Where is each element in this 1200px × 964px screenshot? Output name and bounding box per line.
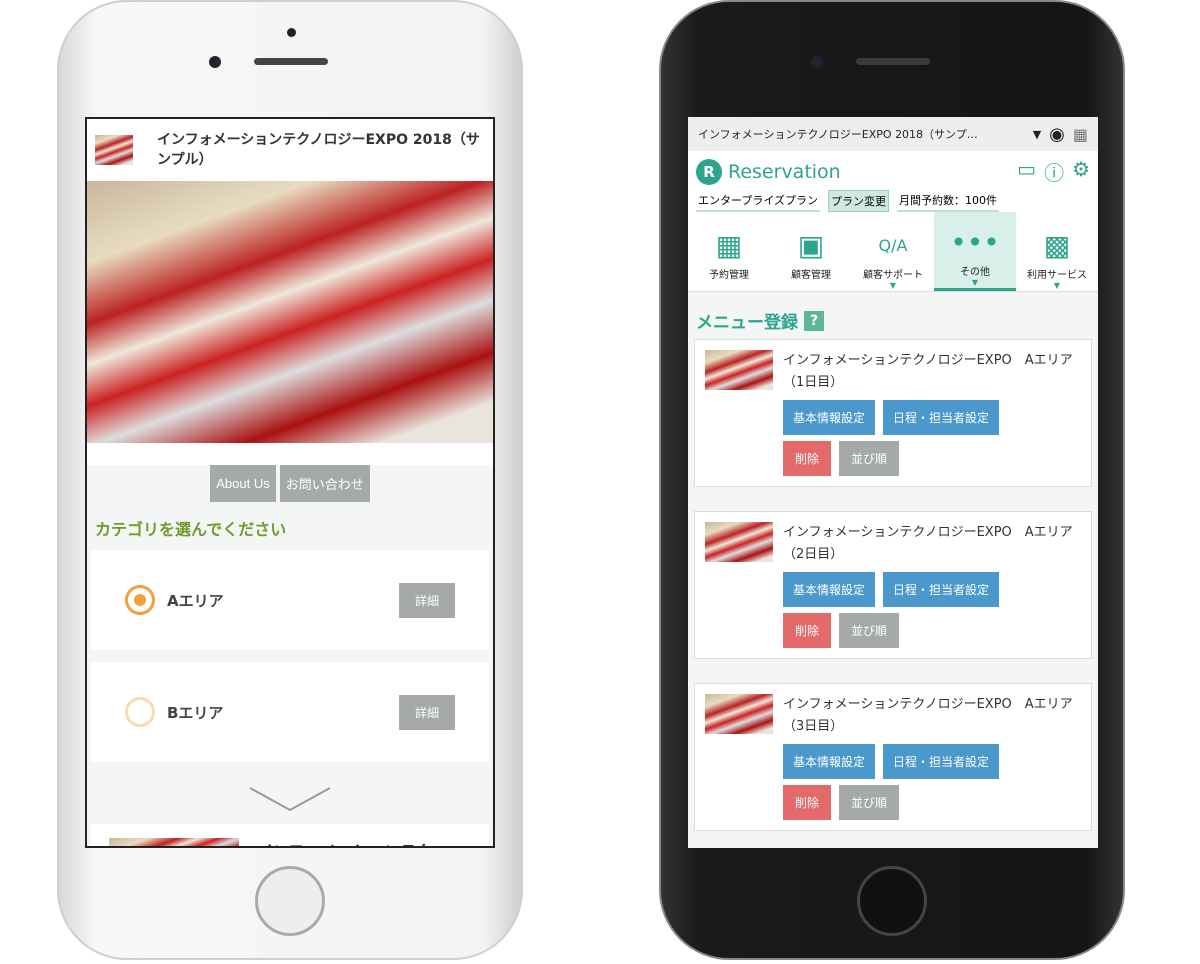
basic-info-button[interactable]: 基本情報設定 (783, 572, 876, 607)
sensor (287, 28, 296, 37)
logo-icon: R (696, 158, 722, 185)
white-phone: インフォメーションテクノロジーEXPO 2018（サンプル） About Us … (57, 0, 523, 960)
help-icon[interactable]: ⓘ (1044, 157, 1064, 186)
radio-selected[interactable] (125, 585, 155, 615)
event-title: インフォメーションテクノロジーEXPO 2018（サンプル） (157, 132, 480, 168)
speaker (254, 58, 328, 65)
app-name: Reservation (728, 160, 841, 183)
menu-title: インフォメーションテクノロジーEXPO Aエリア （2日目） (783, 525, 1098, 562)
order-button[interactable]: 並び順 (839, 785, 900, 820)
event-thumbnail (95, 135, 133, 165)
about-us-button[interactable]: About Us (210, 465, 276, 502)
apps-grid-icon[interactable]: ▦ (1073, 125, 1088, 144)
help-badge[interactable]: ? (804, 310, 824, 331)
basic-info-button[interactable]: 基本情報設定 (783, 400, 876, 435)
front-camera (209, 56, 221, 68)
chevron-down-icon[interactable] (87, 774, 493, 824)
item-thumbnail (109, 838, 239, 846)
top-bar: インフォメーションテクノロジーEXPO 2018（サンプ… ▼ ◉ ▦ (688, 117, 1098, 151)
category-heading: カテゴリを選んでください (95, 520, 287, 539)
brand-area: R Reservation ▭ ⓘ ⚙ エンタープライズプラン プラン変更 月間予約… (688, 151, 1098, 212)
speaker (856, 58, 930, 65)
category-label: Bエリア (167, 703, 224, 722)
menu-title: インフォメーションテクノロジーEXPO Aエリア （3日目） (783, 697, 1098, 734)
menu-card: インフォメーションテクノロジーEXPO Aエリア （3日目） 基本情報設定 日程・… (694, 683, 1098, 831)
order-button[interactable]: 並び順 (839, 441, 900, 476)
calendar-icon: ▦ (715, 229, 743, 262)
nav-customers[interactable]: ▣ 顧客管理 (770, 212, 852, 291)
menu-thumbnail (705, 694, 773, 734)
detail-button[interactable]: 詳細 (398, 582, 455, 618)
delete-button[interactable]: 削除 (783, 785, 832, 820)
menu-list: インフォメーションテクノロジーEXPO Aエリア （1日目） 基本情報設定 日程・… (688, 339, 1098, 831)
plan-name: エンタープライズプラン (696, 190, 821, 212)
more-icon: ••• (950, 226, 1000, 259)
basic-info-button[interactable]: 基本情報設定 (783, 744, 876, 779)
menu-thumbnail (705, 522, 773, 562)
category-a[interactable]: Aエリア 詳細 (91, 550, 489, 650)
item-title: インフォメーションテク (257, 838, 432, 846)
delete-button[interactable]: 削除 (783, 613, 832, 648)
radio-unselected[interactable] (125, 697, 155, 727)
dropdown-icon[interactable]: ▼ (1033, 128, 1041, 141)
home-button (255, 866, 325, 936)
qa-icon: Q/A (878, 236, 908, 255)
event-header: インフォメーションテクノロジーEXPO 2018（サンプル） (87, 119, 493, 181)
front-camera (811, 56, 823, 68)
nav-other[interactable]: ••• その他 ▼ (934, 212, 1016, 291)
nav-support[interactable]: Q/A 顧客サポート ▼ (852, 212, 934, 291)
schedule-button[interactable]: 日程・担当者設定 (883, 744, 1000, 779)
gear-icon[interactable]: ⚙ (1072, 157, 1090, 186)
home-button (857, 866, 927, 936)
schedule-button[interactable]: 日程・担当者設定 (883, 572, 1000, 607)
section-title: メニュー登録 (696, 313, 798, 333)
black-phone: インフォメーションテクノロジーEXPO 2018（サンプ… ▼ ◉ ▦ R Re… (659, 0, 1125, 960)
grid-icon: ▩ (1043, 229, 1071, 262)
menu-card: インフォメーションテクノロジーEXPO Aエリア （1日目） 基本情報設定 日程・… (694, 339, 1098, 487)
schedule-button[interactable]: 日程・担当者設定 (883, 400, 1000, 435)
menu-title: インフォメーションテクノロジーEXPO Aエリア （1日目） (783, 353, 1098, 390)
monthly-count: 月間予約数：100件 (897, 190, 1000, 212)
account-title: インフォメーションテクノロジーEXPO 2018（サンプ… (698, 128, 978, 141)
delete-button[interactable]: 削除 (783, 441, 832, 476)
contact-button[interactable]: お問い合わせ (279, 465, 370, 502)
main-nav: ▦ 予約管理 ▣ 顧客管理 Q/A 顧客サポート ▼ ••• その他 ▼ ▩ 利用サービス ▼ (688, 212, 1098, 292)
menu-card: インフォメーションテクノロジーEXPO Aエリア （2日目） 基本情報設定 日程・… (694, 511, 1098, 659)
nav-services[interactable]: ▩ 利用サービス ▼ (1016, 212, 1098, 291)
right-screen: インフォメーションテクノロジーEXPO 2018（サンプ… ▼ ◉ ▦ R Re… (688, 117, 1098, 848)
customer-icon: ▣ (797, 229, 825, 262)
user-icon[interactable]: ◉ (1049, 124, 1065, 145)
category-label: Aエリア (167, 591, 224, 610)
detail-button[interactable]: 詳細 (398, 694, 455, 730)
nav-reservations[interactable]: ▦ 予約管理 (688, 212, 770, 291)
event-hero-image (87, 181, 493, 443)
order-button[interactable]: 並び順 (839, 613, 900, 648)
plan-change-button[interactable]: プラン変更 (828, 190, 890, 212)
window-icon[interactable]: ▭ (1017, 157, 1036, 186)
next-item: インフォメーションテク (91, 824, 489, 846)
menu-thumbnail (705, 350, 773, 390)
left-screen: インフォメーションテクノロジーEXPO 2018（サンプル） About Us … (85, 117, 495, 848)
category-b[interactable]: Bエリア 詳細 (91, 662, 489, 762)
